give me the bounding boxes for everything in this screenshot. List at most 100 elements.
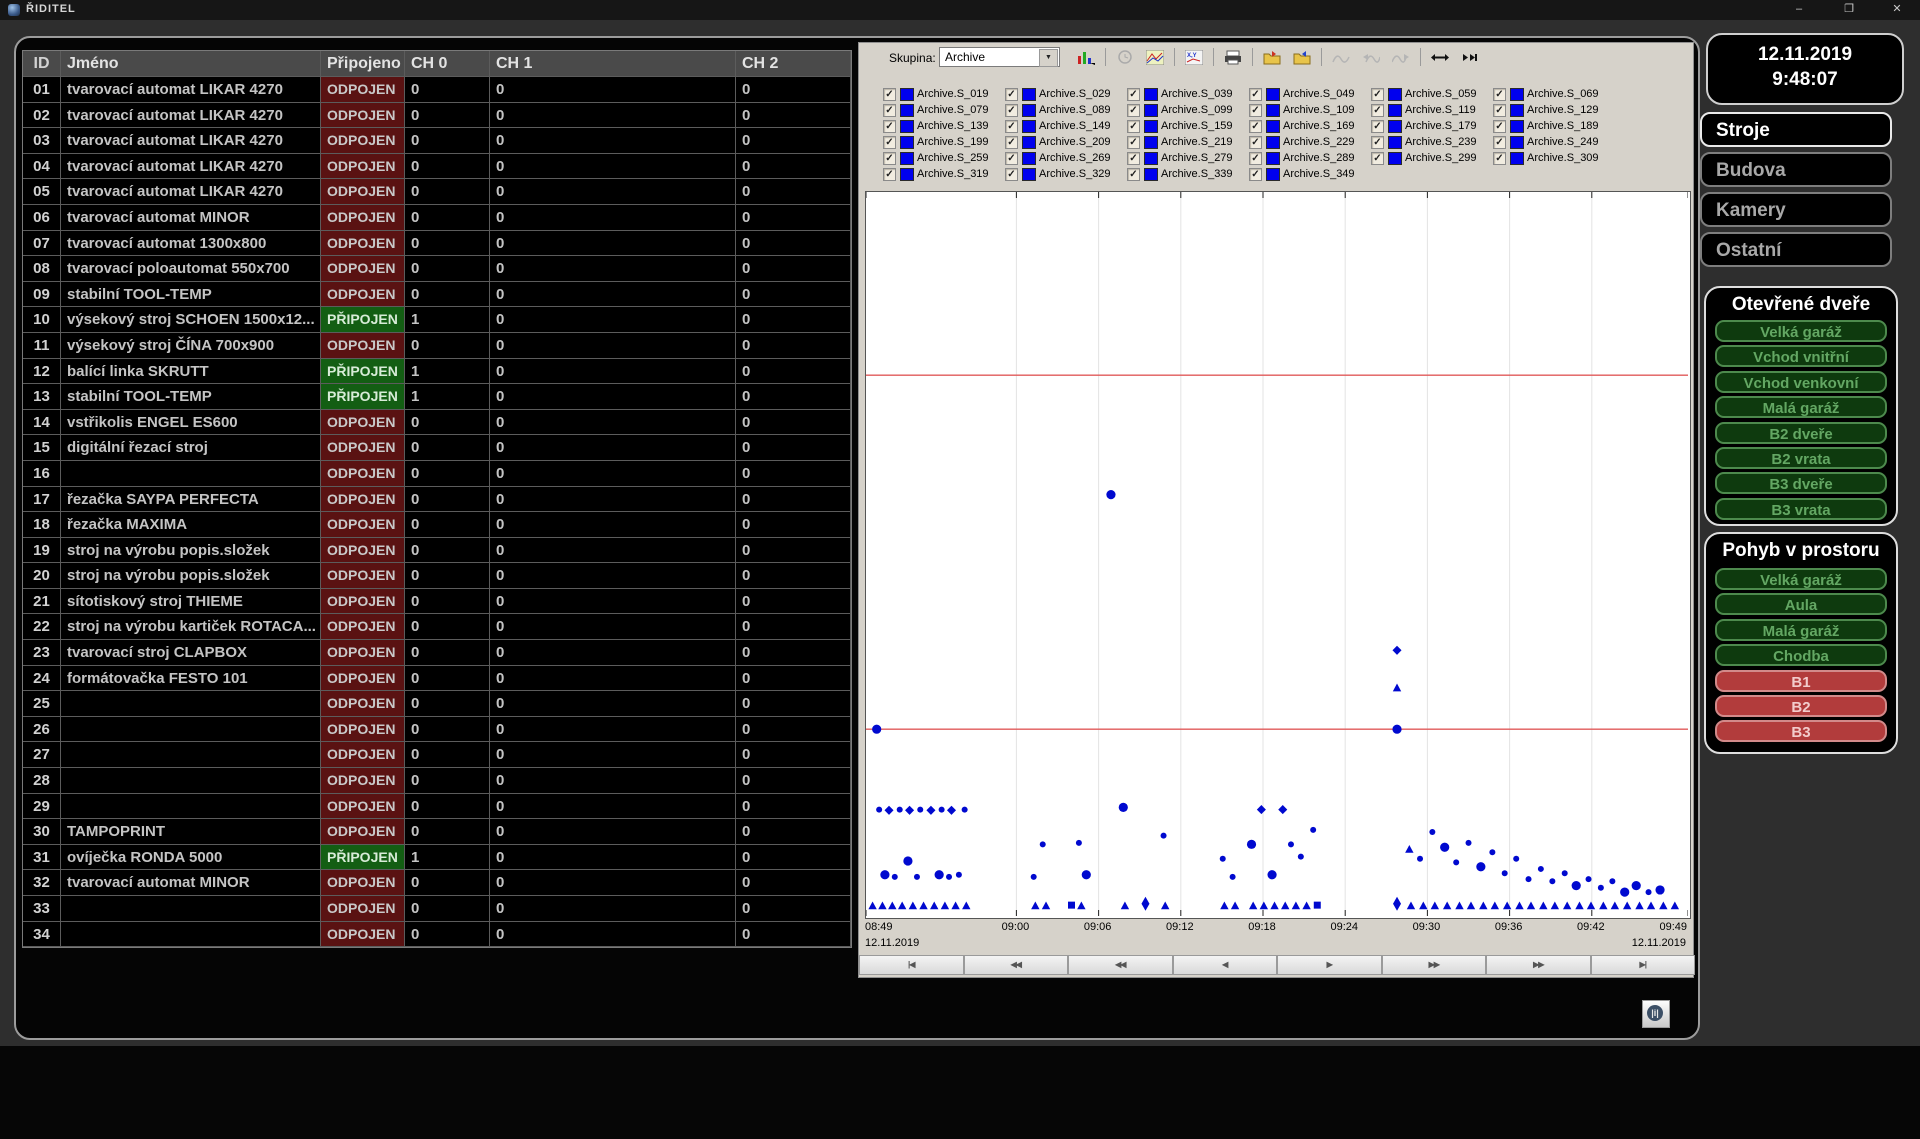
cell-id[interactable]: 03 bbox=[23, 128, 61, 154]
cell-status[interactable]: ODPOJEN bbox=[321, 691, 405, 717]
series-checkbox[interactable]: ✓ bbox=[883, 104, 896, 117]
time-nav-button[interactable]: ▶| bbox=[1591, 955, 1696, 975]
cell-id[interactable]: 32 bbox=[23, 870, 61, 896]
cell-name[interactable]: vstřikolis ENGEL ES600 bbox=[61, 410, 321, 436]
cell-name[interactable] bbox=[61, 794, 321, 820]
cell-status[interactable]: ODPOJEN bbox=[321, 589, 405, 615]
series-checkbox[interactable]: ✓ bbox=[1127, 152, 1140, 165]
cell-name[interactable] bbox=[61, 691, 321, 717]
series-checkbox[interactable]: ✓ bbox=[1493, 136, 1506, 149]
cell-name[interactable] bbox=[61, 768, 321, 794]
cell-status[interactable]: ODPOJEN bbox=[321, 231, 405, 257]
xy-chart-icon[interactable]: X,Y bbox=[1180, 47, 1208, 68]
series-checkbox[interactable]: ✓ bbox=[1371, 88, 1384, 101]
cell-name[interactable] bbox=[61, 922, 321, 948]
cell-name[interactable]: tvarovací automat MINOR bbox=[61, 870, 321, 896]
print-icon[interactable] bbox=[1219, 47, 1247, 68]
series-checkbox[interactable]: ✓ bbox=[1127, 168, 1140, 181]
cell-name[interactable]: ovíječka RONDA 5000 bbox=[61, 845, 321, 871]
curve-icon[interactable] bbox=[1327, 47, 1355, 68]
cell-name[interactable] bbox=[61, 717, 321, 743]
series-checkbox[interactable]: ✓ bbox=[1249, 168, 1262, 181]
cell-id[interactable]: 06 bbox=[23, 205, 61, 231]
cell-id[interactable]: 01 bbox=[23, 77, 61, 103]
cell-name[interactable]: TAMPOPRINT bbox=[61, 819, 321, 845]
column-header[interactable]: Připojeno bbox=[321, 51, 405, 77]
cell-id[interactable]: 07 bbox=[23, 231, 61, 257]
cell-name[interactable]: tvarovací poloautomat 550x700 bbox=[61, 256, 321, 282]
minimize-button[interactable]: – bbox=[1786, 2, 1812, 18]
series-checkbox[interactable]: ✓ bbox=[1005, 136, 1018, 149]
cell-name[interactable]: digitální řezací stroj bbox=[61, 435, 321, 461]
cell-id[interactable]: 10 bbox=[23, 307, 61, 333]
cell-status[interactable]: ODPOJEN bbox=[321, 538, 405, 564]
time-nav-button[interactable]: ◀◀ bbox=[964, 955, 1069, 975]
cell-name[interactable] bbox=[61, 742, 321, 768]
time-nav-button[interactable]: ◀ bbox=[1173, 955, 1278, 975]
cell-id[interactable]: 05 bbox=[23, 179, 61, 205]
cell-name[interactable]: formátovačka FESTO 101 bbox=[61, 666, 321, 692]
series-checkbox[interactable]: ✓ bbox=[1493, 120, 1506, 133]
series-checkbox[interactable]: ✓ bbox=[883, 168, 896, 181]
time-nav-button[interactable]: ▶▶ bbox=[1486, 955, 1591, 975]
cell-id[interactable]: 18 bbox=[23, 512, 61, 538]
cell-status[interactable]: ODPOJEN bbox=[321, 768, 405, 794]
cell-id[interactable]: 25 bbox=[23, 691, 61, 717]
series-checkbox[interactable]: ✓ bbox=[883, 136, 896, 149]
cell-name[interactable]: stroj na výrobu popis.složek bbox=[61, 563, 321, 589]
cell-id[interactable]: 12 bbox=[23, 359, 61, 385]
cell-status[interactable]: PŘIPOJEN bbox=[321, 359, 405, 385]
time-nav-button[interactable]: ▶ bbox=[1277, 955, 1382, 975]
series-checkbox[interactable]: ✓ bbox=[1249, 120, 1262, 133]
cell-id[interactable]: 08 bbox=[23, 256, 61, 282]
cell-name[interactable]: sítotiskový stroj THIEME bbox=[61, 589, 321, 615]
cell-id[interactable]: 16 bbox=[23, 461, 61, 487]
cell-status[interactable]: ODPOJEN bbox=[321, 512, 405, 538]
close-button[interactable]: ✕ bbox=[1884, 2, 1910, 18]
series-checkbox[interactable]: ✓ bbox=[1249, 88, 1262, 101]
cell-id[interactable]: 22 bbox=[23, 614, 61, 640]
cell-name[interactable]: stabilní TOOL-TEMP bbox=[61, 282, 321, 308]
series-checkbox[interactable]: ✓ bbox=[1127, 88, 1140, 101]
sidebar-tab-stroje[interactable]: Stroje bbox=[1700, 112, 1892, 147]
cell-name[interactable]: výsekový stroj ČÍNA 700x900 bbox=[61, 333, 321, 359]
time-nav-button[interactable]: ◀◀ bbox=[1068, 955, 1173, 975]
cell-status[interactable]: ODPOJEN bbox=[321, 563, 405, 589]
cell-status[interactable]: ODPOJEN bbox=[321, 461, 405, 487]
series-checkbox[interactable]: ✓ bbox=[883, 152, 896, 165]
folder-open-red-icon[interactable] bbox=[1258, 47, 1286, 68]
series-checkbox[interactable]: ✓ bbox=[883, 88, 896, 101]
cell-status[interactable]: ODPOJEN bbox=[321, 742, 405, 768]
clock-icon[interactable] bbox=[1111, 47, 1139, 68]
scatter-plot-area[interactable] bbox=[865, 191, 1691, 919]
time-nav-button[interactable]: ▶▶ bbox=[1382, 955, 1487, 975]
series-checkbox[interactable]: ✓ bbox=[1249, 104, 1262, 117]
cell-status[interactable]: ODPOJEN bbox=[321, 410, 405, 436]
cell-id[interactable]: 14 bbox=[23, 410, 61, 436]
series-checkbox[interactable]: ✓ bbox=[1493, 104, 1506, 117]
cell-name[interactable]: tvarovací automat 1300x800 bbox=[61, 231, 321, 257]
series-checkbox[interactable]: ✓ bbox=[1371, 104, 1384, 117]
series-checkbox[interactable]: ✓ bbox=[1249, 136, 1262, 149]
series-checkbox[interactable]: ✓ bbox=[1127, 104, 1140, 117]
cell-name[interactable]: výsekový stroj SCHOEN 1500x12... bbox=[61, 307, 321, 333]
cell-id[interactable]: 11 bbox=[23, 333, 61, 359]
series-checkbox[interactable]: ✓ bbox=[1005, 104, 1018, 117]
sum-chart-icon[interactable] bbox=[1072, 47, 1100, 68]
column-header[interactable]: ID bbox=[23, 51, 61, 77]
cell-status[interactable]: ODPOJEN bbox=[321, 154, 405, 180]
cell-status[interactable]: ODPOJEN bbox=[321, 282, 405, 308]
cell-status[interactable]: ODPOJEN bbox=[321, 896, 405, 922]
cell-name[interactable]: tvarovací automat LIKAR 4270 bbox=[61, 103, 321, 129]
cell-id[interactable]: 30 bbox=[23, 819, 61, 845]
cell-status[interactable]: ODPOJEN bbox=[321, 435, 405, 461]
cell-status[interactable]: ODPOJEN bbox=[321, 614, 405, 640]
cell-status[interactable]: ODPOJEN bbox=[321, 819, 405, 845]
cell-status[interactable]: ODPOJEN bbox=[321, 717, 405, 743]
series-checkbox[interactable]: ✓ bbox=[1371, 120, 1384, 133]
sidebar-tab-ostatní[interactable]: Ostatní bbox=[1700, 232, 1892, 267]
series-checkbox[interactable]: ✓ bbox=[1005, 168, 1018, 181]
folder-open-blue-icon[interactable] bbox=[1288, 47, 1316, 68]
cell-id[interactable]: 19 bbox=[23, 538, 61, 564]
cell-status[interactable]: ODPOJEN bbox=[321, 103, 405, 129]
